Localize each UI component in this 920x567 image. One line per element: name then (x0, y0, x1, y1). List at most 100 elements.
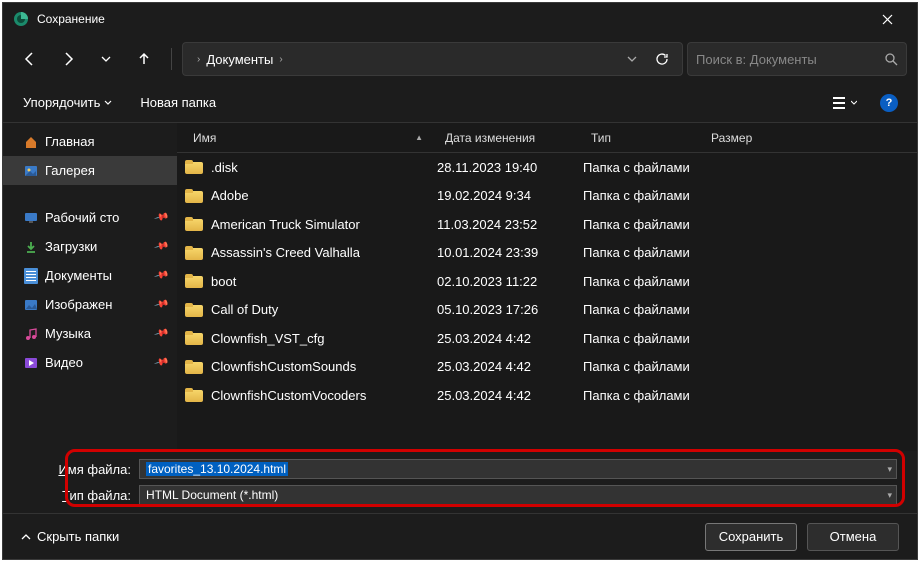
folder-icon (185, 303, 203, 317)
file-name: Adobe (211, 188, 249, 203)
filename-label: Имя файла: (23, 462, 131, 477)
file-date: 25.03.2024 4:42 (437, 359, 583, 374)
music-icon (23, 326, 39, 342)
save-button[interactable]: Сохранить (705, 523, 797, 551)
sidebar-item-home[interactable]: Главная (3, 127, 177, 156)
table-row[interactable]: Clownfish_VST_cfg 25.03.2024 4:42 Папка … (177, 324, 917, 353)
filename-input[interactable]: favorites_13.10.2024.html ▾ (139, 459, 897, 479)
table-row[interactable]: American Truck Simulator 11.03.2024 23:5… (177, 210, 917, 239)
table-row[interactable]: Assassin's Creed Valhalla 10.01.2024 23:… (177, 239, 917, 268)
file-type: Папка с файлами (583, 217, 703, 232)
refresh-button[interactable] (650, 47, 674, 71)
sidebar: Главная Галерея Рабочий сто 📌 Загрузки 📌… (3, 123, 177, 451)
hide-folders-button[interactable]: Скрыть папки (21, 529, 119, 544)
col-size[interactable]: Размер (703, 131, 803, 145)
address-bar[interactable]: › Документы › (182, 42, 683, 76)
sidebar-item-videos[interactable]: Видео 📌 (3, 348, 177, 377)
search-bar[interactable] (687, 42, 907, 76)
file-name: Clownfish_VST_cfg (211, 331, 324, 346)
sidebar-item-downloads[interactable]: Загрузки 📌 (3, 232, 177, 261)
file-date: 28.11.2023 19:40 (437, 160, 583, 175)
recent-chevron[interactable] (89, 42, 123, 76)
new-folder-button[interactable]: Новая папка (132, 91, 224, 114)
crumb-documents[interactable]: Документы (206, 52, 273, 67)
chevron-down-icon (851, 100, 857, 106)
col-name[interactable]: Имя▲ (185, 131, 437, 145)
search-input[interactable] (696, 52, 884, 67)
sidebar-item-pictures[interactable]: Изображен 📌 (3, 290, 177, 319)
folder-icon (185, 189, 203, 203)
table-row[interactable]: boot 02.10.2023 11:22 Папка с файлами (177, 267, 917, 296)
folder-icon (185, 360, 203, 374)
file-name: ClownfishCustomSounds (211, 359, 356, 374)
pin-icon: 📌 (153, 355, 169, 371)
table-row[interactable]: Call of Duty 05.10.2023 17:26 Папка с фа… (177, 296, 917, 325)
file-type: Папка с файлами (583, 388, 703, 403)
chevron-down-icon[interactable]: ▾ (887, 490, 892, 501)
sidebar-item-desktop[interactable]: Рабочий сто 📌 (3, 203, 177, 232)
help-button[interactable]: ? (873, 87, 905, 119)
back-button[interactable] (13, 42, 47, 76)
organize-button[interactable]: Упорядочить (15, 91, 120, 114)
file-type: Папка с файлами (583, 274, 703, 289)
pictures-icon (23, 297, 39, 313)
file-date: 19.02.2024 9:34 (437, 188, 583, 203)
forward-button[interactable] (51, 42, 85, 76)
pin-icon: 📌 (153, 326, 169, 342)
pin-icon: 📌 (153, 268, 169, 284)
help-icon: ? (880, 94, 898, 112)
file-type: Папка с файлами (583, 188, 703, 203)
sidebar-item-gallery[interactable]: Галерея (3, 156, 177, 185)
file-type: Папка с файлами (583, 160, 703, 175)
file-list: Имя▲ Дата изменения Тип Размер .disk 28.… (177, 123, 917, 451)
chevron-up-icon (21, 532, 31, 542)
gallery-icon (23, 163, 39, 179)
file-date: 11.03.2024 23:52 (437, 217, 583, 232)
folder-icon (185, 217, 203, 231)
address-dropdown[interactable] (620, 47, 644, 71)
chevron-right-icon: › (197, 54, 200, 65)
file-name: Assassin's Creed Valhalla (211, 245, 360, 260)
filetype-label: Тип файла: (23, 488, 131, 503)
table-row[interactable]: Adobe 19.02.2024 9:34 Папка с файлами (177, 182, 917, 211)
filetype-select[interactable]: HTML Document (*.html) ▾ (139, 485, 897, 505)
up-button[interactable] (127, 42, 161, 76)
chevron-down-icon[interactable]: ▾ (887, 464, 892, 475)
file-date: 02.10.2023 11:22 (437, 274, 583, 289)
view-options-button[interactable] (829, 87, 861, 119)
organize-toolbar: Упорядочить Новая папка ? (3, 83, 917, 123)
file-name: .disk (211, 160, 238, 175)
file-name: Call of Duty (211, 302, 278, 317)
file-type: Папка с файлами (583, 359, 703, 374)
col-type[interactable]: Тип (583, 131, 703, 145)
pin-icon: 📌 (153, 297, 169, 313)
col-date[interactable]: Дата изменения (437, 131, 583, 145)
file-type: Папка с файлами (583, 245, 703, 260)
table-row[interactable]: ClownfishCustomSounds 25.03.2024 4:42 Па… (177, 353, 917, 382)
sidebar-item-documents[interactable]: Документы 📌 (3, 261, 177, 290)
folder-icon (185, 246, 203, 260)
file-date: 05.10.2023 17:26 (437, 302, 583, 317)
sidebar-item-music[interactable]: Музыка 📌 (3, 319, 177, 348)
navbar: › Документы › (3, 35, 917, 83)
close-button[interactable] (867, 3, 907, 35)
file-name: boot (211, 274, 236, 289)
footer: Скрыть папки Сохранить Отмена (3, 513, 917, 559)
file-date: 25.03.2024 4:42 (437, 388, 583, 403)
home-icon (23, 134, 39, 150)
desktop-icon (23, 210, 39, 226)
chevron-right-icon: › (279, 54, 282, 65)
pin-icon: 📌 (153, 210, 169, 226)
folder-icon (185, 331, 203, 345)
cancel-button[interactable]: Отмена (807, 523, 899, 551)
titlebar: Сохранение (3, 3, 917, 35)
pin-icon: 📌 (153, 239, 169, 255)
table-row[interactable]: .disk 28.11.2023 19:40 Папка с файлами (177, 153, 917, 182)
table-row[interactable]: ClownfishCustomVocoders 25.03.2024 4:42 … (177, 381, 917, 410)
file-date: 25.03.2024 4:42 (437, 331, 583, 346)
chevron-down-icon (104, 99, 112, 107)
save-form: Имя файла: favorites_13.10.2024.html ▾ Т… (3, 451, 917, 513)
documents-icon (23, 268, 39, 284)
videos-icon (23, 355, 39, 371)
folder-icon (185, 388, 203, 402)
